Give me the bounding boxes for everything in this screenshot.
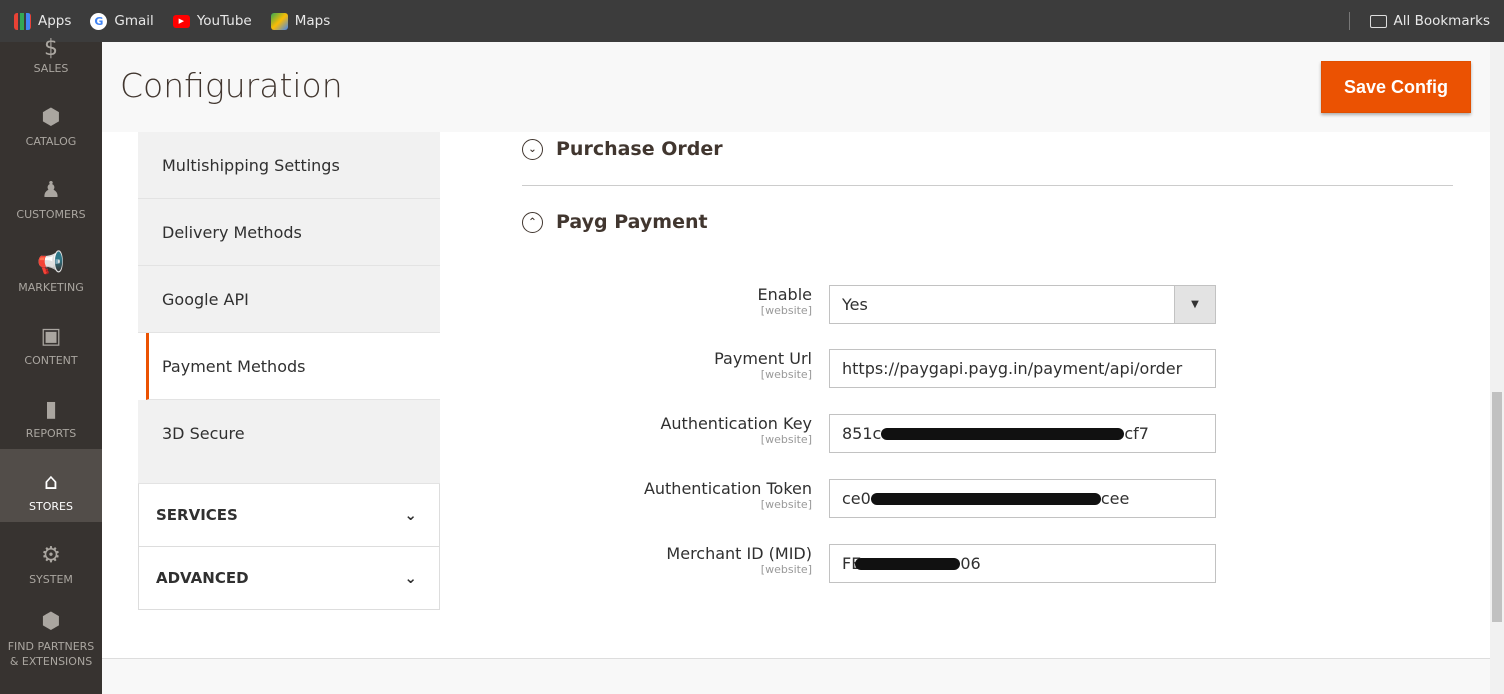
field-authentication-key: Authentication Key [website] 851c cf7	[530, 414, 1220, 454]
nav-find-partners[interactable]: ⬢ FIND PARTNERS & EXTENSIONS	[0, 595, 102, 683]
gear-icon: ⚙	[41, 543, 61, 568]
divider	[522, 185, 1453, 186]
redaction	[855, 557, 961, 570]
nav-content[interactable]: ▣ CONTENT	[0, 303, 102, 376]
field-authentication-token: Authentication Token [website] ce0 cee	[530, 479, 1220, 519]
page-header: Configuration Save Config	[102, 42, 1490, 132]
blocks-icon: ⬢	[41, 609, 61, 634]
maps-icon	[270, 12, 288, 30]
scrollbar-thumb[interactable]	[1492, 392, 1502, 622]
section-advanced[interactable]: ADVANCED ⌄	[138, 547, 440, 610]
all-bookmarks[interactable]: All Bookmarks	[1369, 13, 1490, 29]
field-merchant-id: Merchant ID (MID) [website] FE 06	[530, 544, 1220, 584]
footer	[102, 658, 1490, 694]
bookmark-apps[interactable]: Apps	[14, 12, 71, 30]
nav-stores[interactable]: ⌂ STORES	[0, 449, 102, 522]
divider	[1348, 12, 1350, 30]
redaction	[870, 492, 1101, 505]
google-icon: G	[90, 12, 108, 30]
nav-sales[interactable]: $ SALES	[0, 38, 102, 84]
authentication-token-input[interactable]: ce0 cee	[829, 479, 1216, 518]
bookmark-youtube[interactable]: ▶ YouTube	[172, 13, 252, 29]
nav-catalog[interactable]: ⬢ CATALOG	[0, 84, 102, 157]
bar-chart-icon: ▮	[44, 397, 58, 422]
bookmark-gmail[interactable]: G Gmail	[90, 12, 154, 30]
nav-multishipping-settings[interactable]: Multishipping Settings	[138, 132, 440, 199]
nav-payment-methods[interactable]: Payment Methods	[146, 333, 440, 400]
bookmark-maps[interactable]: Maps	[270, 12, 330, 30]
group-payg-payment[interactable]: ⌃ Payg Payment	[522, 211, 708, 233]
section-services[interactable]: SERVICES ⌄	[138, 484, 440, 547]
nav-google-api[interactable]: Google API	[138, 266, 440, 333]
scrollbar[interactable]	[1490, 42, 1504, 694]
layout-icon: ▣	[40, 324, 62, 349]
chevron-down-icon: ⌄	[404, 569, 417, 587]
nav-delivery-methods[interactable]: Delivery Methods	[138, 199, 440, 266]
nav-marketing[interactable]: 📢 MARKETING	[0, 230, 102, 303]
megaphone-icon: 📢	[37, 251, 65, 276]
store-icon: ⌂	[44, 470, 58, 495]
chevron-down-icon: ⌄	[404, 506, 417, 524]
authentication-key-input[interactable]: 851c cf7	[829, 414, 1216, 453]
dollar-icon: $	[44, 36, 58, 61]
person-icon: ♟	[41, 178, 61, 203]
nav-system[interactable]: ⚙ SYSTEM	[0, 522, 102, 595]
bookmarks-bar: Apps G Gmail ▶ YouTube Maps All Bookmarks	[0, 0, 1504, 42]
merchant-id-input[interactable]: FE 06	[829, 544, 1216, 583]
redaction	[881, 427, 1125, 440]
box-icon: ⬢	[41, 105, 61, 130]
nav-3d-secure[interactable]: 3D Secure	[138, 400, 440, 484]
group-purchase-order[interactable]: ⌄ Purchase Order	[522, 138, 723, 160]
youtube-icon: ▶	[172, 14, 190, 28]
nav-customers[interactable]: ♟ CUSTOMERS	[0, 157, 102, 230]
enable-select[interactable]: Yes ▼	[829, 285, 1216, 324]
chevron-up-icon: ⌃	[522, 211, 543, 233]
dropdown-arrow-icon: ▼	[1174, 286, 1215, 323]
page-title: Configuration	[120, 66, 343, 105]
chevron-down-icon: ⌄	[522, 138, 543, 160]
save-config-button[interactable]: Save Config	[1321, 61, 1471, 113]
field-enable: Enable [website] Yes ▼	[530, 285, 1220, 325]
field-payment-url: Payment Url [website] https://paygapi.pay…	[530, 349, 1220, 389]
admin-sidebar: $ SALES ⬢ CATALOG ♟ CUSTOMERS 📢 MARKETING ▣ C…	[0, 38, 102, 694]
apps-grid-icon	[14, 12, 31, 30]
nav-reports[interactable]: ▮ REPORTS	[0, 376, 102, 449]
config-nav: Multishipping Settings Delivery Methods …	[138, 132, 440, 610]
payment-url-input[interactable]: https://paygapi.payg.in/payment/api/orde…	[829, 349, 1216, 388]
folder-icon	[1369, 14, 1387, 28]
